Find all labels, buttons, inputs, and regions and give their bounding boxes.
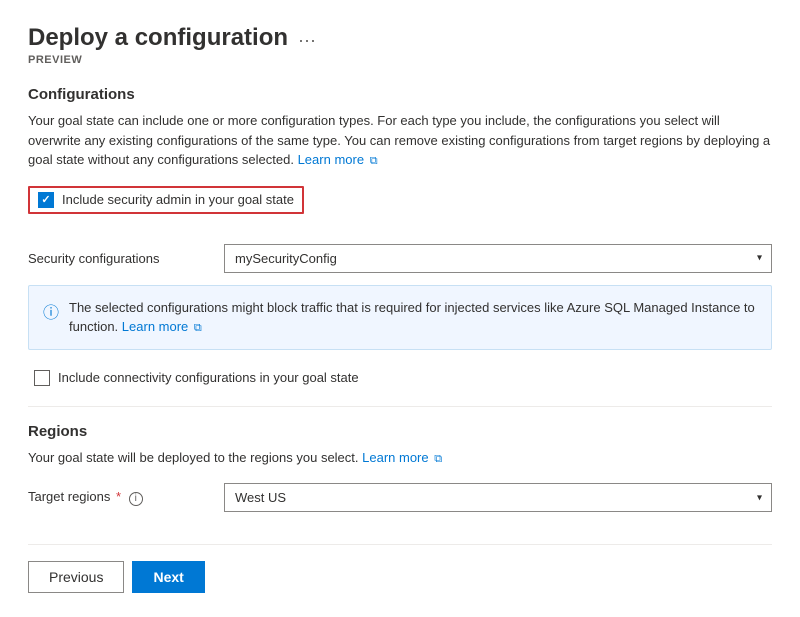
target-regions-info-icon[interactable]: i xyxy=(129,492,143,506)
configurations-description: Your goal state can include one or more … xyxy=(28,111,772,170)
include-security-admin-row: ✓ Include security admin in your goal st… xyxy=(28,186,304,214)
target-regions-select[interactable]: West US East US West Europe East Asia xyxy=(224,483,772,512)
include-security-admin-checkbox[interactable]: ✓ xyxy=(38,192,54,208)
page-title: Deploy a configuration xyxy=(28,24,288,52)
include-security-admin-label: Include security admin in your goal stat… xyxy=(62,192,294,207)
regions-learn-more-link[interactable]: Learn more ⧉ xyxy=(362,450,442,465)
regions-section: Regions Your goal state will be deployed… xyxy=(28,423,772,513)
previous-button[interactable]: Previous xyxy=(28,561,124,593)
regions-learn-more-external-icon: ⧉ xyxy=(434,451,442,468)
learn-more-external-icon: ⧉ xyxy=(370,153,378,170)
footer: Previous Next xyxy=(28,544,772,593)
target-regions-row: Target regions * i West US East US West … xyxy=(28,483,772,512)
target-regions-label: Target regions * i xyxy=(28,489,208,506)
configurations-learn-more-link[interactable]: Learn more ⧉ xyxy=(298,152,378,167)
section-divider xyxy=(28,406,772,407)
include-connectivity-row: Include connectivity configurations in y… xyxy=(28,366,772,390)
target-regions-select-wrapper: West US East US West Europe East Asia ▾ xyxy=(224,483,772,512)
configurations-section: Configurations Your goal state can inclu… xyxy=(28,86,772,390)
next-button[interactable]: Next xyxy=(132,561,204,593)
info-learn-more-external-icon: ⧉ xyxy=(194,320,202,337)
info-box-text: The selected configurations might block … xyxy=(69,298,757,337)
include-connectivity-checkbox[interactable] xyxy=(34,370,50,386)
regions-section-title: Regions xyxy=(28,423,772,440)
regions-description: Your goal state will be deployed to the … xyxy=(28,448,772,468)
security-configurations-select[interactable]: mySecurityConfig xyxy=(224,244,772,273)
security-configurations-row: Security configurations mySecurityConfig… xyxy=(28,244,772,273)
configurations-section-title: Configurations xyxy=(28,86,772,103)
security-configurations-label: Security configurations xyxy=(28,251,208,266)
required-indicator: * xyxy=(116,489,121,504)
more-options-icon[interactable]: ··· xyxy=(298,30,316,51)
include-connectivity-label: Include connectivity configurations in y… xyxy=(58,370,359,385)
security-configurations-select-wrapper: mySecurityConfig ▾ xyxy=(224,244,772,273)
security-info-box: ⓘ The selected configurations might bloc… xyxy=(28,285,772,350)
page-header: Deploy a configuration ··· xyxy=(28,24,772,52)
info-learn-more-link[interactable]: Learn more ⧉ xyxy=(122,319,202,334)
checkbox-checkmark: ✓ xyxy=(41,193,50,206)
preview-label: PREVIEW xyxy=(28,54,772,66)
info-circle-icon: ⓘ xyxy=(43,299,59,323)
